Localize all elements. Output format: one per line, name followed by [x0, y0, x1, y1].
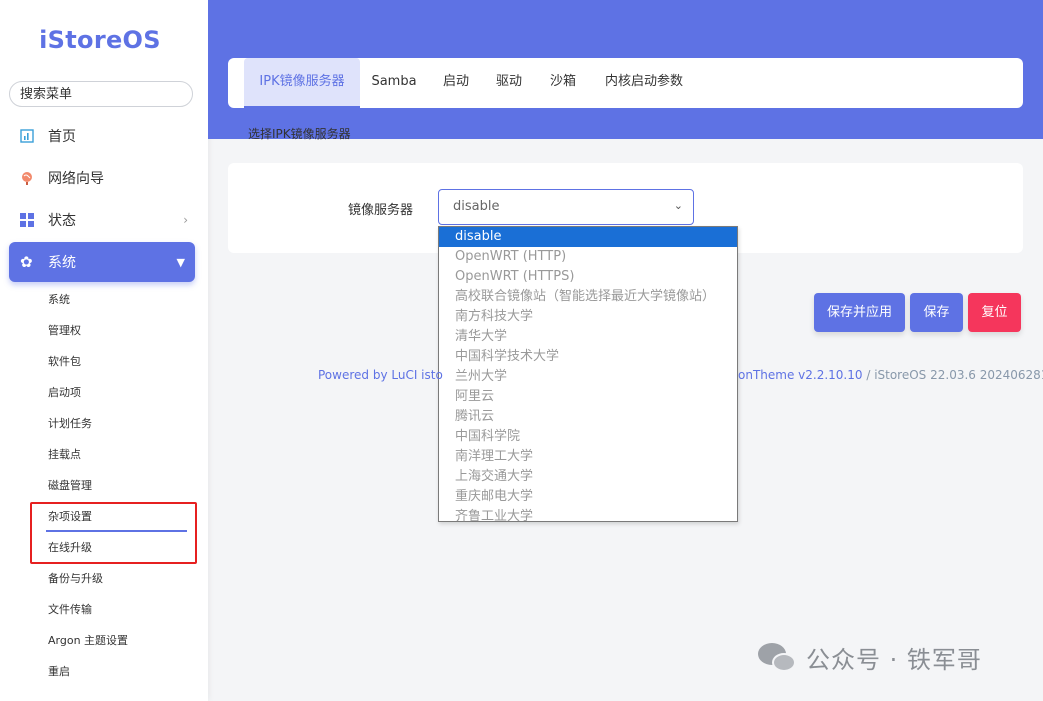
dropdown-option[interactable]: OpenWRT (HTTP)	[439, 247, 737, 267]
mirror-server-dropdown: disable OpenWRT (HTTP) OpenWRT (HTTPS) 高…	[438, 226, 738, 524]
submenu-item[interactable]: 计划任务	[48, 416, 92, 432]
dropdown-option[interactable]: 中国科学技术大学	[439, 347, 737, 367]
sidebar-item-network-wizard[interactable]: 网络向导	[20, 166, 188, 190]
dropdown-option[interactable]: OpenWRT (HTTPS)	[439, 267, 737, 287]
dropdown-option[interactable]: 重庆邮电大学	[439, 487, 737, 507]
tab-ipk-mirror[interactable]: IPK镜像服务器	[244, 58, 360, 108]
dropdown-option[interactable]: 兰州大学	[439, 367, 737, 387]
logo: iStoreOS	[39, 26, 161, 54]
submenu-item[interactable]: 文件传输	[48, 602, 92, 618]
reset-button[interactable]: 复位	[968, 293, 1021, 332]
gear-icon: ✿	[20, 253, 33, 271]
dropdown-option[interactable]: 南洋理工大学	[439, 447, 737, 467]
submenu-item[interactable]: 备份与升级	[48, 571, 103, 587]
globe-icon	[20, 171, 34, 185]
save-apply-button[interactable]: 保存并应用	[814, 293, 905, 332]
sidebar-item-label: 系统	[48, 255, 76, 271]
sidebar: iStoreOS 首页 网络向导 状态 › ✿ 系统 ▼ 系统 管理权 软件包 …	[0, 0, 208, 701]
wechat-icon	[758, 641, 798, 675]
tab-drivers[interactable]: 驱动	[488, 58, 530, 108]
sidebar-item-label: 状态	[48, 213, 76, 229]
dropdown-option[interactable]: 上海交通大学	[439, 467, 737, 487]
tab-startup[interactable]: 启动	[434, 58, 478, 108]
dropdown-option[interactable]: 齐鲁工业大学	[439, 507, 737, 527]
submenu-item[interactable]: 软件包	[48, 354, 81, 370]
version-text: / iStoreOS 22.03.6 2024062810	[862, 368, 1043, 382]
tab-kernel-args[interactable]: 内核启动参数	[596, 58, 692, 108]
footer-powered-by[interactable]: Powered by LuCI isto	[318, 368, 443, 382]
mirror-server-select[interactable]: disable ⌄	[438, 189, 694, 225]
submenu-item[interactable]: 系统	[48, 292, 70, 308]
dropdown-option[interactable]: 腾讯云	[439, 407, 737, 427]
tab-sandbox[interactable]: 沙箱	[542, 58, 584, 108]
dropdown-option[interactable]: 高校联合镜像站（智能选择最近大学镜像站）	[439, 287, 737, 307]
dropdown-option[interactable]: 阿里云	[439, 387, 737, 407]
submenu-item[interactable]: Argon 主题设置	[48, 633, 128, 649]
sidebar-item-status[interactable]: 状态 ›	[20, 208, 188, 232]
save-button[interactable]: 保存	[910, 293, 963, 332]
sidebar-item-system[interactable]: ✿ 系统 ▼	[9, 242, 195, 282]
sidebar-item-label: 网络向导	[48, 171, 104, 187]
chart-icon	[20, 129, 34, 143]
footer-version: onTheme v2.2.10.10 / iStoreOS 22.03.6 20…	[738, 368, 1043, 382]
select-value: disable	[453, 199, 500, 214]
dropdown-option[interactable]: disable	[439, 227, 737, 247]
tab-samba[interactable]: Samba	[364, 58, 424, 108]
submenu-item[interactable]: 重启	[48, 664, 70, 680]
chevron-down-icon: ⌄	[673, 199, 683, 212]
submenu-item[interactable]: 管理权	[48, 323, 81, 339]
sidebar-item-home[interactable]: 首页	[20, 124, 188, 148]
dropdown-option[interactable]: 南方科技大学	[439, 307, 737, 327]
search-input[interactable]	[9, 81, 193, 107]
submenu-item[interactable]: 磁盘管理	[48, 478, 92, 494]
mirror-server-label: 镜像服务器	[348, 203, 414, 218]
dropdown-option[interactable]: 中国科学院	[439, 427, 737, 447]
section-title: 选择IPK镜像服务器	[248, 127, 351, 141]
theme-link[interactable]: onTheme v2.2.10.10	[738, 368, 863, 382]
watermark: 公众号 · 铁军哥	[758, 640, 982, 675]
dropdown-option[interactable]: 清华大学	[439, 327, 737, 347]
submenu-item[interactable]: 挂载点	[48, 447, 81, 463]
submenu-item[interactable]: 启动项	[48, 385, 81, 401]
tab-bar: IPK镜像服务器 Samba 启动 驱动 沙箱 内核启动参数	[228, 58, 1023, 108]
sidebar-item-label: 首页	[48, 129, 76, 145]
watermark-text: 公众号 · 铁军哥	[806, 646, 982, 674]
highlight-annotation-box	[30, 502, 197, 564]
grid-icon	[20, 213, 34, 227]
chevron-right-icon: ›	[183, 213, 188, 227]
chevron-down-icon: ▼	[176, 255, 185, 269]
